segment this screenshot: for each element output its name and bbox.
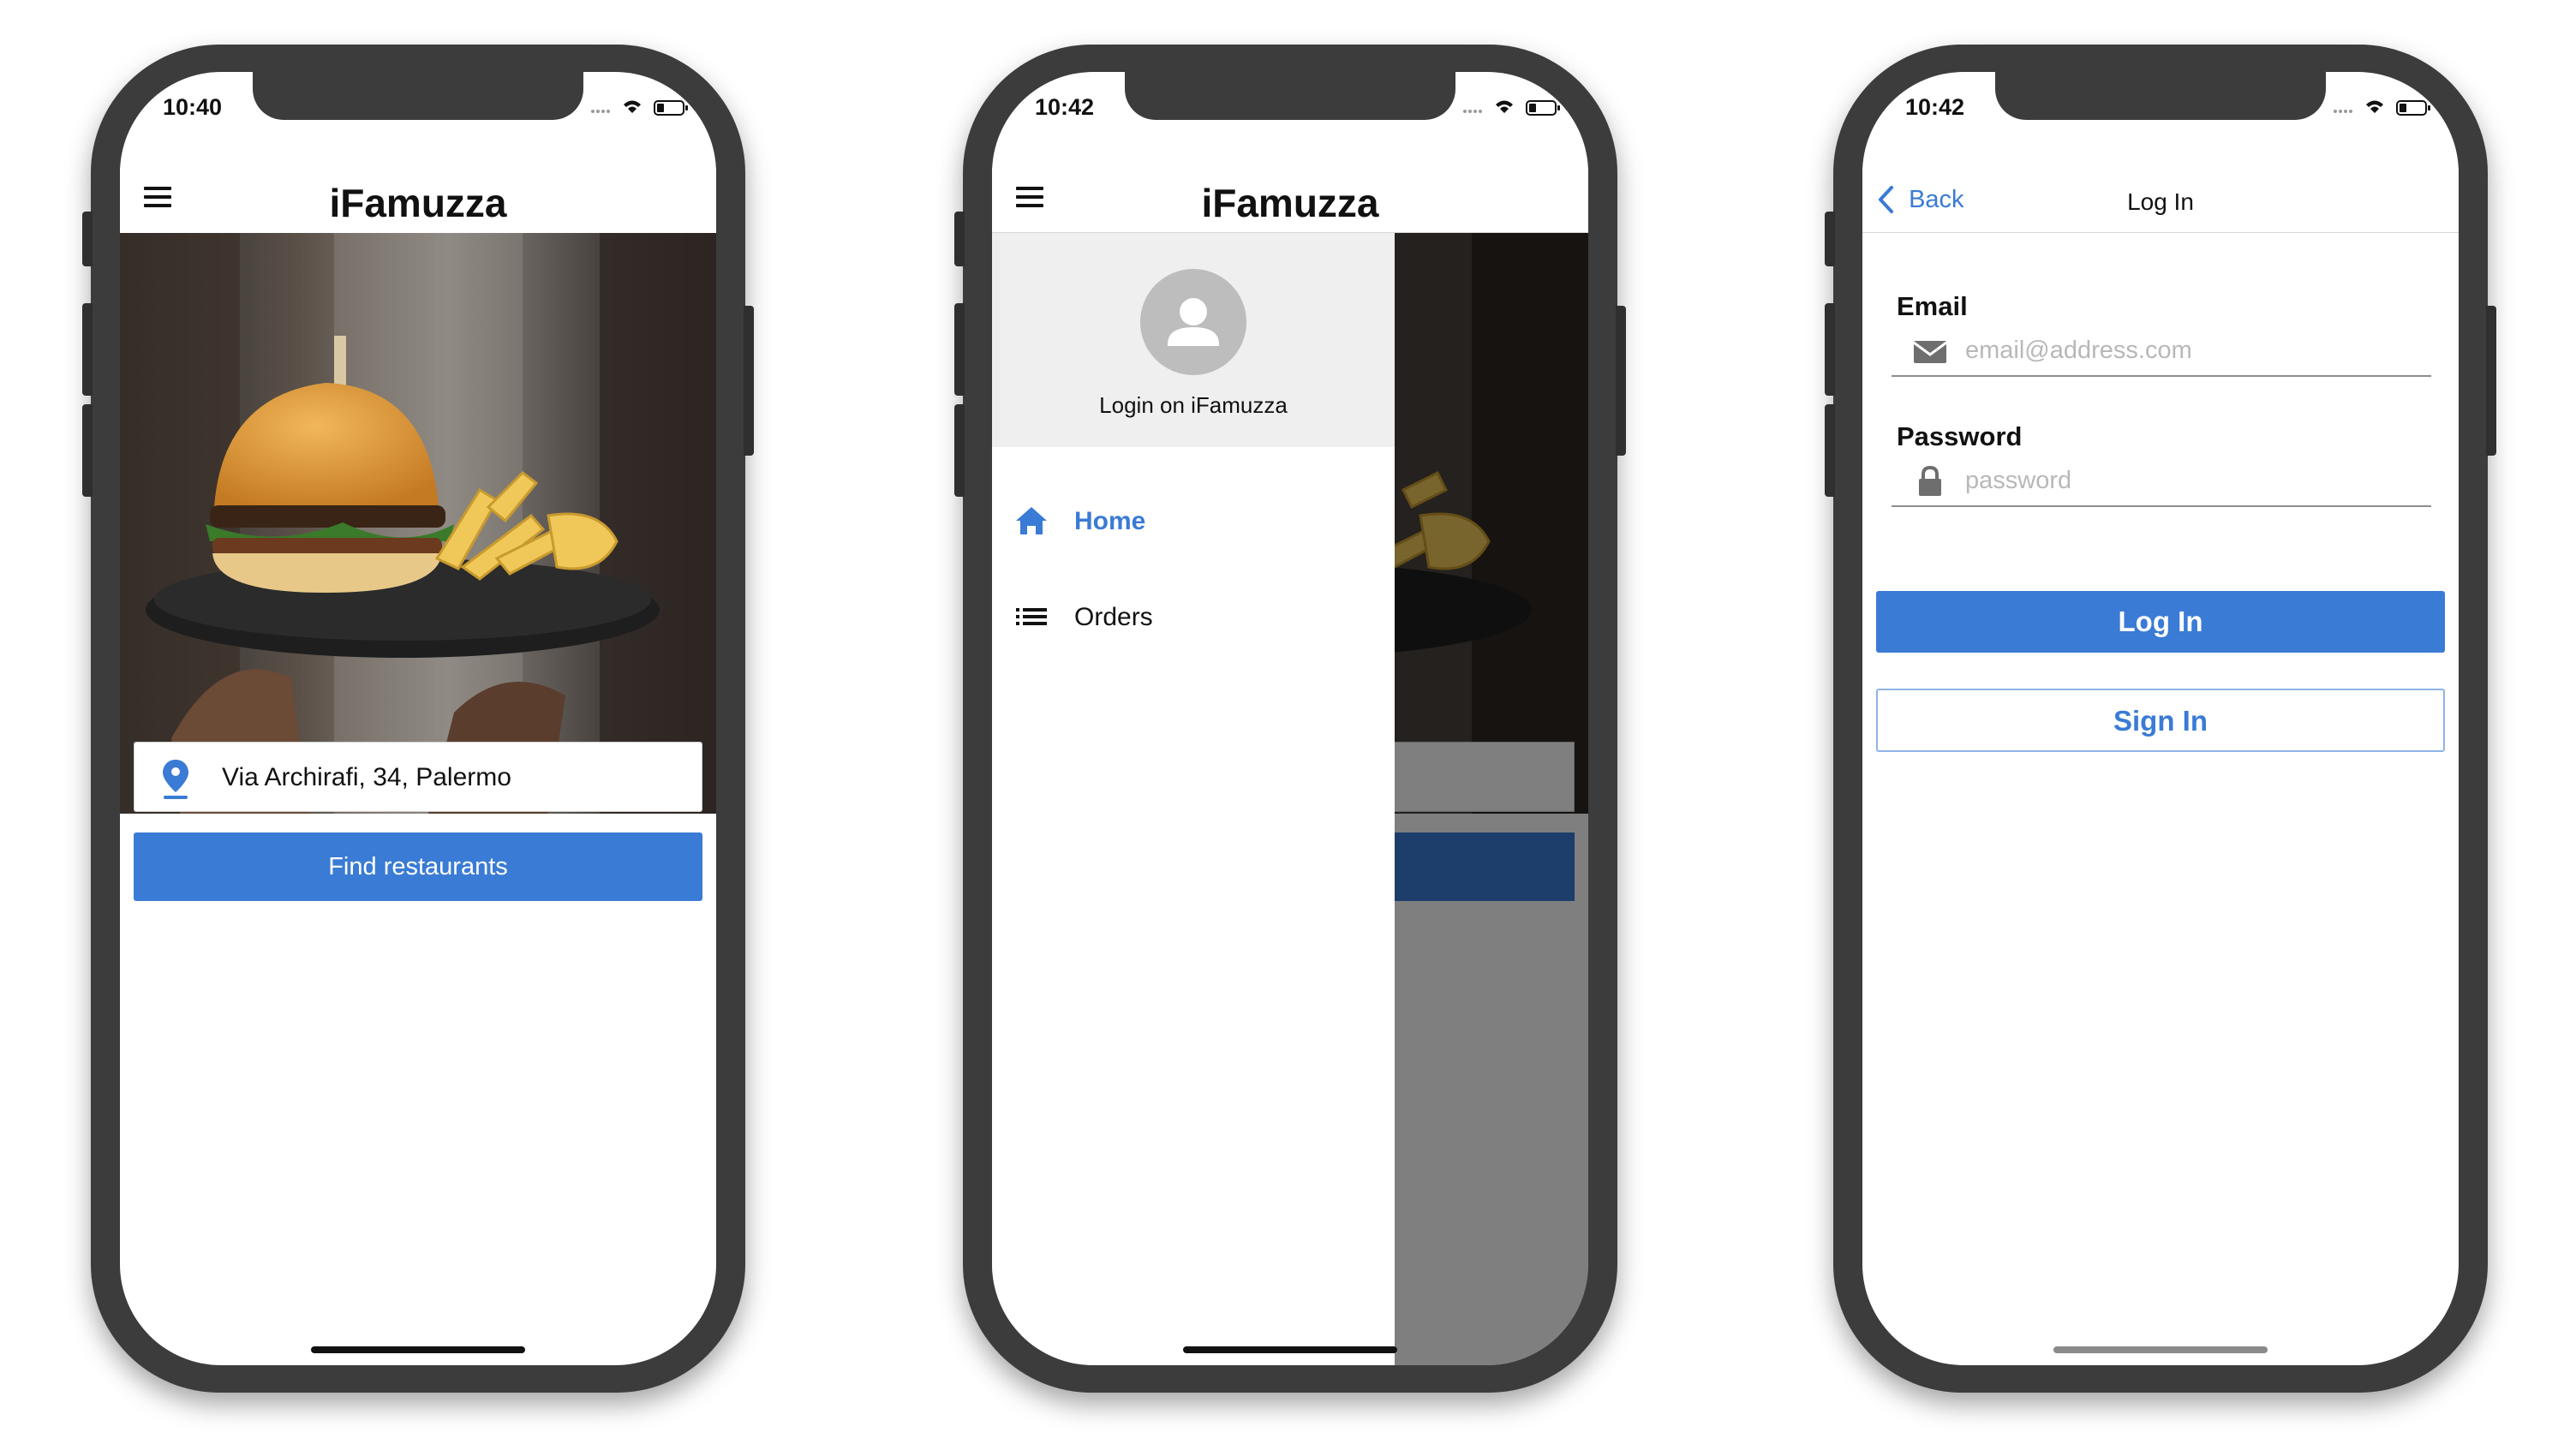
volume-down-button: [82, 404, 93, 497]
page-title: Log In: [2127, 188, 2194, 215]
menu-item-label: Orders: [1074, 603, 1153, 631]
power-button: [1616, 306, 1626, 456]
app-title: iFamuzza: [1201, 181, 1379, 225]
envelope-icon: [1913, 341, 1947, 363]
status-time: 10:40: [163, 94, 223, 120]
status-time: 10:42: [1035, 94, 1095, 120]
navbar: iFamuzza: [992, 168, 1588, 233]
status-time: 10:42: [1905, 94, 1965, 120]
password-field[interactable]: [1892, 459, 2431, 507]
mute-switch: [82, 212, 93, 266]
menu-item-home[interactable]: Home: [992, 481, 1395, 558]
drawer-header: Login on iFamuzza: [992, 233, 1395, 447]
phone-login-screen: 10:42 Back Log In Email Pass: [1825, 45, 2496, 1393]
navbar: Back Log In: [1862, 168, 2459, 233]
power-button: [2486, 306, 2496, 456]
home-indicator: [311, 1346, 525, 1353]
find-restaurants-button[interactable]: Find restaurants: [134, 832, 702, 901]
mute-switch: [954, 212, 965, 266]
list-icon: [1016, 608, 1047, 625]
burger-hero-image: [120, 233, 716, 814]
home-indicator: [1183, 1346, 1397, 1353]
log-in-button[interactable]: Log In: [1876, 591, 2445, 653]
status-icons: [1463, 100, 1560, 116]
password-label: Password: [1897, 421, 2023, 451]
volume-up-button: [82, 303, 93, 396]
password-input[interactable]: [1965, 461, 2411, 500]
volume-up-button: [1825, 303, 1835, 396]
navbar: iFamuzza: [120, 168, 716, 233]
screen: 10:40 iFamuzza Via Archirafi, 34, Palerm…: [120, 72, 716, 1365]
app-title: iFamuzza: [329, 181, 507, 225]
notch: [1995, 72, 2326, 120]
email-input[interactable]: [1965, 331, 2411, 370]
email-label: Email: [1897, 291, 1968, 321]
mute-switch: [1825, 212, 1835, 266]
notch: [253, 72, 583, 120]
sign-in-button[interactable]: Sign In: [1876, 689, 2445, 752]
screen: 10:42 Back Log In Email Pass: [1862, 72, 2459, 1365]
volume-down-button: [954, 404, 965, 497]
avatar[interactable]: [1140, 269, 1246, 375]
phone-drawer-screen: 10:42 iFamuzza Login on iFamuzza Home Or…: [954, 45, 1626, 1393]
user-icon: [1168, 298, 1219, 346]
screen: 10:42 iFamuzza Login on iFamuzza Home Or…: [992, 72, 1588, 1365]
menu-item-label: Home: [1074, 507, 1146, 535]
location-pin-icon: [163, 760, 188, 799]
address-field[interactable]: Via Archirafi, 34, Palermo: [134, 742, 702, 812]
login-prompt[interactable]: Login on iFamuzza: [992, 392, 1395, 419]
volume-up-button: [954, 303, 965, 396]
address-value: Via Archirafi, 34, Palermo: [222, 763, 511, 791]
status-icons: [591, 100, 688, 116]
status-icons: [2334, 100, 2430, 116]
email-field[interactable]: [1892, 329, 2431, 377]
menu-item-orders[interactable]: Orders: [992, 577, 1395, 654]
navigation-drawer: Login on iFamuzza Home Orders: [992, 233, 1395, 1365]
notch: [1125, 72, 1455, 120]
power-button: [744, 306, 754, 456]
volume-down-button: [1825, 404, 1835, 497]
lock-icon: [1919, 466, 1941, 496]
home-icon: [1016, 507, 1047, 534]
home-indicator: [2053, 1346, 2268, 1353]
phone-home-screen: 10:40 iFamuzza Via Archirafi, 34, Palerm…: [82, 45, 754, 1393]
